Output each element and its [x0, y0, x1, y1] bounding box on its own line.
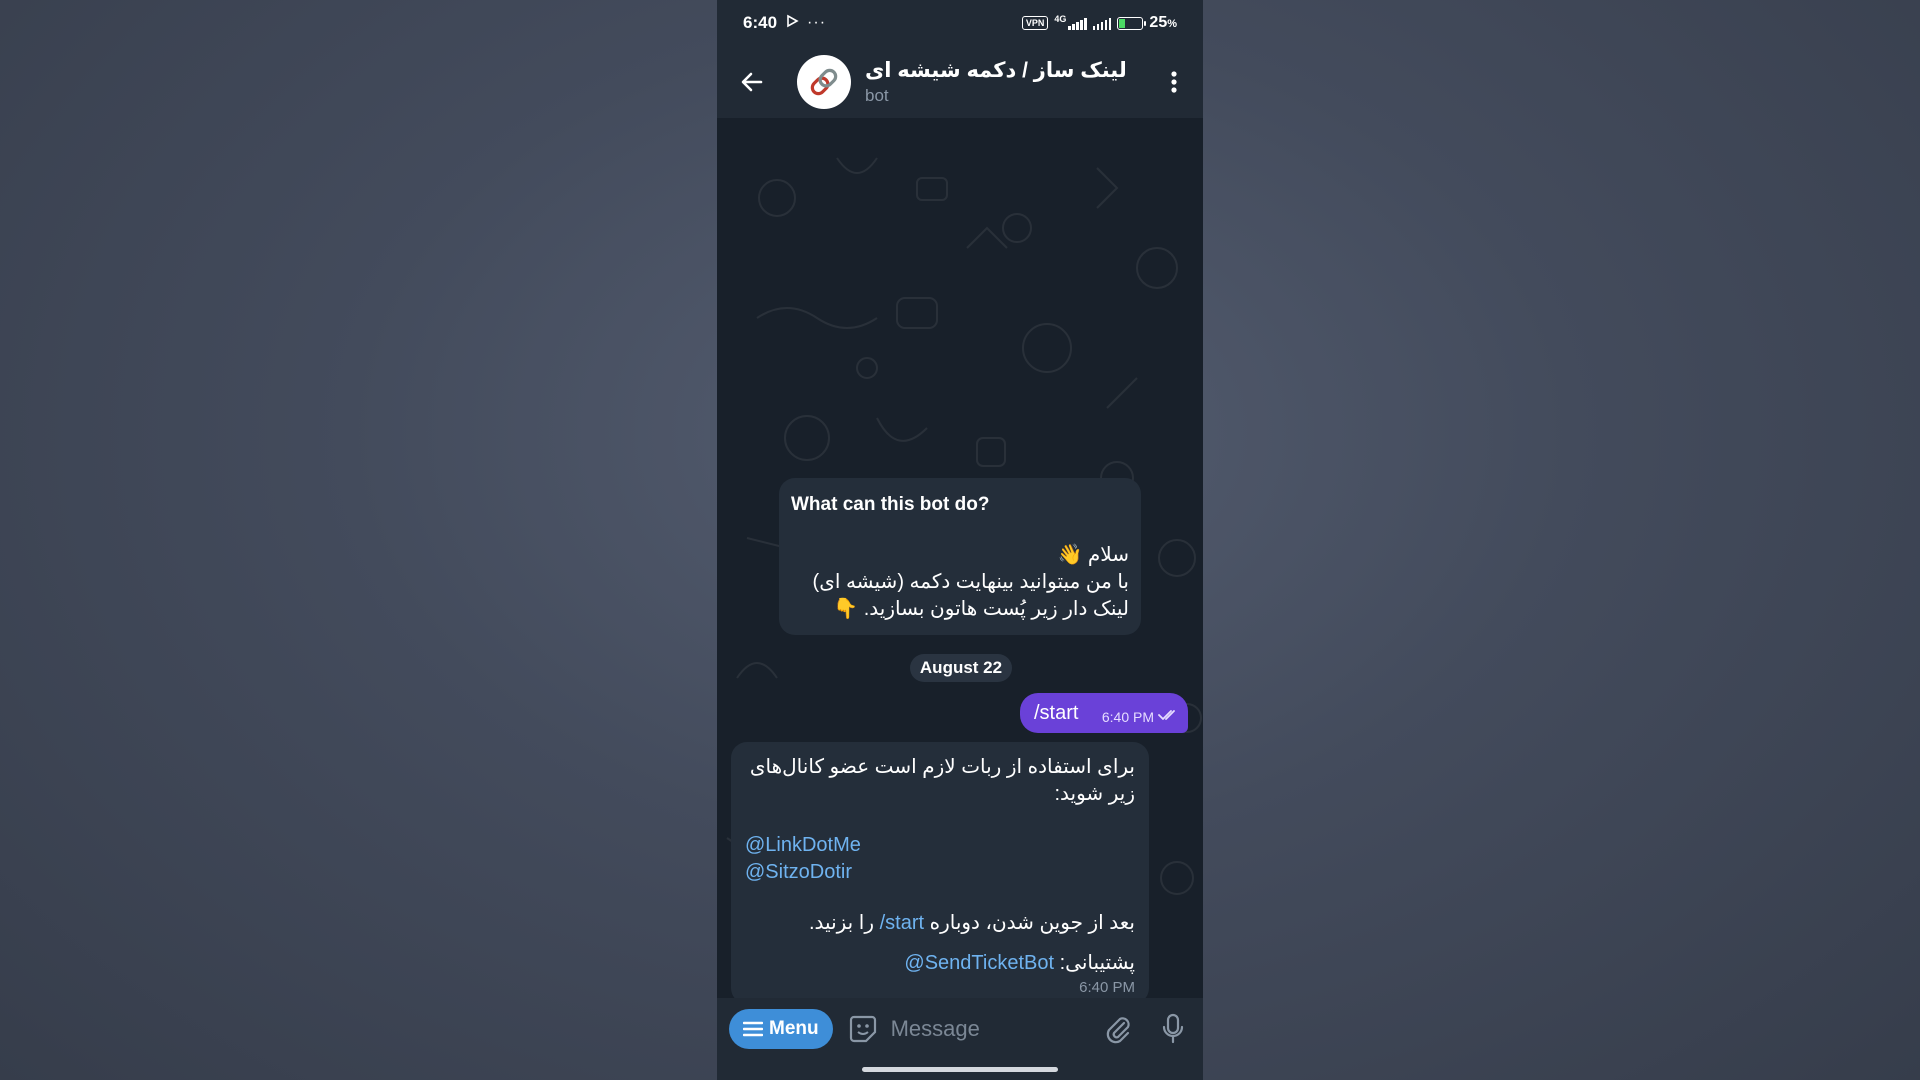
more-options-button[interactable] — [1145, 46, 1203, 118]
incoming-message[interactable]: برای استفاده از ربات لازم است عضو کانال‌… — [731, 742, 1149, 998]
message-input[interactable] — [890, 1016, 1071, 1042]
outgoing-message[interactable]: /start 6:40 PM — [1020, 693, 1188, 733]
double-check-icon — [1158, 708, 1178, 726]
message-composer: Menu — [717, 998, 1203, 1060]
signal-icon-2 — [1092, 17, 1112, 30]
battery-percent: 25% — [1149, 14, 1177, 31]
support-link[interactable]: @SendTicketBot — [904, 952, 1054, 974]
battery-icon — [1117, 16, 1147, 30]
more-vert-icon — [1171, 71, 1177, 93]
status-time: 6:40 — [743, 13, 778, 32]
vpn-badge: VPN — [1021, 16, 1049, 30]
channel-link-sitzodotir[interactable]: @SitzoDotir — [745, 859, 1135, 886]
chat-info[interactable]: لینک ساز / دکمه شیشه ای bot — [865, 58, 1127, 106]
outgoing-message-text: /start — [1034, 701, 1079, 724]
channel-link-linkdotme[interactable]: @LinkDotMe — [745, 832, 1135, 859]
bot-menu-button[interactable]: Menu — [729, 1009, 833, 1049]
sticker-button[interactable] — [847, 1013, 879, 1045]
incoming-message-intro: برای استفاده از ربات لازم است عضو کانال‌… — [749, 756, 1135, 805]
battery-level — [1119, 18, 1126, 28]
chat-area[interactable]: What can this bot do? سلام 👋 با من میتوا… — [717, 118, 1203, 998]
bot-avatar[interactable] — [797, 55, 851, 109]
outgoing-message-time: 6:40 PM — [1101, 709, 1154, 725]
chat-header: لینک ساز / دکمه شیشه ای bot — [717, 46, 1203, 118]
link-icon — [810, 68, 838, 96]
home-indicator[interactable] — [862, 1067, 1058, 1072]
intro-body: سلام 👋 با من میتوانید بینهایت دکمه (شیشه… — [812, 544, 1129, 620]
voice-record-button[interactable] — [1155, 1009, 1191, 1049]
microphone-icon — [1162, 1013, 1184, 1044]
chat-subtitle: bot — [865, 86, 889, 105]
status-bar: 6:40 ··· VPN 4G 25% — [717, 0, 1203, 46]
paperclip-icon — [1106, 1017, 1130, 1044]
sticker-icon — [849, 1015, 876, 1043]
chat-title: لینک ساز / دکمه شیشه ای — [865, 59, 1127, 82]
hamburger-icon — [743, 1021, 763, 1037]
menu-label: Menu — [769, 1018, 819, 1039]
attach-button[interactable] — [1099, 1009, 1137, 1049]
incoming-message-instruction: بعد از جوین شدن، دوباره /start را بزنید. — [808, 912, 1135, 934]
intro-title: What can this bot do? — [791, 494, 990, 515]
network-type: 4G — [1054, 14, 1067, 24]
incoming-message-time: 6:40 PM — [1079, 979, 1135, 996]
signal-icon — [1068, 17, 1087, 30]
back-button[interactable] — [717, 46, 787, 118]
gesture-nav-bar — [717, 1060, 1203, 1080]
date-separator: August 22 — [910, 654, 1012, 682]
start-command-link[interactable]: /start — [880, 912, 924, 934]
bot-intro-card: What can this bot do? سلام 👋 با من میتوا… — [779, 478, 1141, 635]
back-arrow-icon — [741, 72, 763, 92]
support-line: پشتیبانی: @SendTicketBot — [904, 952, 1135, 974]
more-notifications-icon: ··· — [807, 14, 827, 31]
phone-screen: 6:40 ··· VPN 4G 25% لینک ساز / دکمه شیشه… — [717, 0, 1203, 1080]
play-icon — [785, 13, 799, 33]
